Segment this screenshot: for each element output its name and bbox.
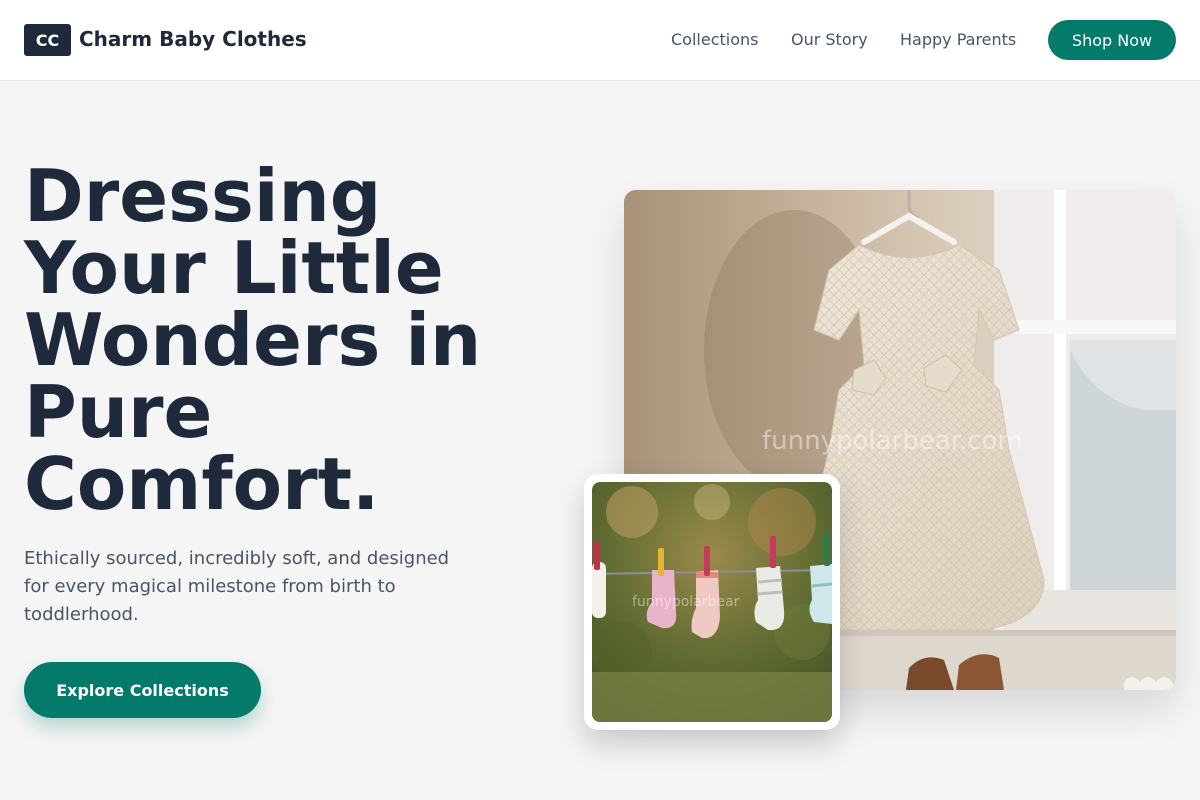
shop-now-button[interactable]: Shop Now [1048,20,1176,60]
socks-photo-watermark: funnypolarbear [632,594,740,610]
site-header: CC Charm Baby Clothes Collections Our St… [0,0,1200,81]
nav-link-happy-parents[interactable]: Happy Parents [900,30,1016,49]
hero-subtitle: Ethically sourced, incredibly soft, and … [24,548,450,625]
brand-name[interactable]: Charm Baby Clothes [79,27,307,51]
socks-photo-card: funnypolarbear [584,474,840,730]
nav-link-our-story[interactable]: Our Story [791,30,868,49]
main-photo-watermark: funnypolarbear.com [762,426,1023,456]
socks-photo: funnypolarbear [592,482,832,722]
logo-badge[interactable]: CC [24,24,71,56]
explore-collections-button[interactable]: Explore Collections [24,662,261,718]
nav-link-collections[interactable]: Collections [671,30,758,49]
hero-title: Dressing Your Little Wonders in Pure Com… [24,154,482,526]
